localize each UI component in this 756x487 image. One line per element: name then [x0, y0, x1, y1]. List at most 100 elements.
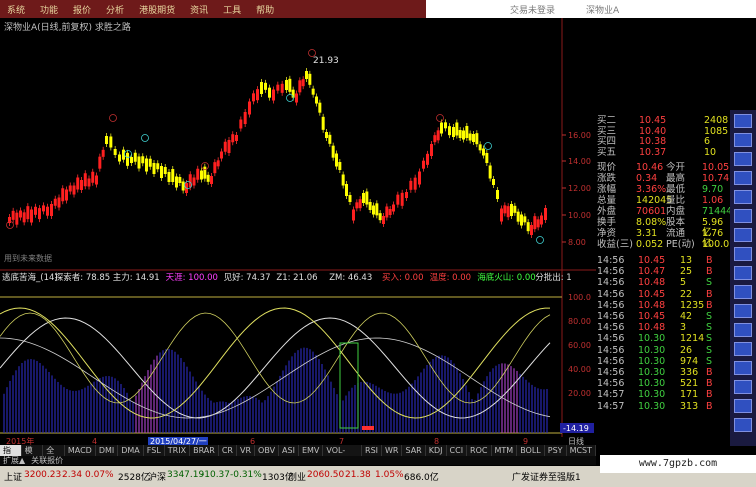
tab-obv[interactable]: OBV	[255, 445, 280, 456]
toolbar-icon[interactable]	[734, 380, 752, 394]
candle	[385, 206, 389, 218]
candle	[118, 154, 121, 162]
candle	[358, 199, 362, 209]
news-ticker[interactable]: 广发证券至强版1	[512, 470, 581, 483]
candle	[328, 134, 332, 144]
indicator-value: 见好: 74.37	[224, 272, 271, 283]
menu-hk-futures[interactable]: 港股期货	[139, 3, 175, 16]
tab-vr[interactable]: VR	[237, 445, 256, 456]
candle	[331, 145, 335, 158]
toolbar-icon[interactable]	[734, 342, 752, 356]
tab-指标[interactable]: 指标	[0, 445, 22, 466]
toolbar-icon[interactable]	[734, 304, 752, 318]
candle	[280, 83, 284, 93]
indicator-readout: 逃底苦海_(14)探索者: 78.85 主力: 14.91 天涯: 100.00 见好…	[2, 272, 572, 283]
menu-function[interactable]: 功能	[40, 3, 58, 16]
tab-asi[interactable]: ASI	[279, 445, 299, 456]
candle	[503, 205, 507, 214]
indicator-tick: 20.00	[568, 389, 591, 398]
candle	[80, 180, 83, 190]
menu-tools[interactable]: 工具	[223, 3, 241, 16]
candle	[448, 126, 451, 136]
tab-roc[interactable]: ROC	[467, 445, 492, 456]
toolbar-icon[interactable]	[734, 399, 752, 413]
toolbar-icon[interactable]	[734, 323, 752, 337]
candle	[372, 205, 375, 215]
tick-row: 14:56 10.30 974 S	[597, 355, 713, 367]
quote-panel: 买二 10.45 2408 买三 10.40 1085 买四 10.38 6 买五 10.37 10 现…	[596, 110, 732, 446]
candle	[178, 177, 182, 183]
tab-rsi[interactable]: RSI	[362, 445, 383, 456]
tab-dma[interactable]: DMA	[118, 445, 144, 456]
tab-模板[interactable]: 模板	[22, 445, 44, 466]
tab-sar[interactable]: SAR	[402, 445, 426, 456]
toolbar-icon[interactable]	[734, 209, 752, 223]
toolbar-icon[interactable]	[734, 152, 752, 166]
tab-mcst[interactable]: MCST	[567, 445, 597, 456]
candle	[42, 205, 45, 212]
tab-boll[interactable]: BOLL	[517, 445, 545, 456]
toolbar-icon[interactable]	[734, 247, 752, 261]
tab-cci[interactable]: CCI	[447, 445, 468, 456]
tab-全部[interactable]: 全部	[43, 445, 65, 466]
candle	[163, 167, 167, 174]
tab-brar[interactable]: BRAR	[190, 445, 219, 456]
indicator-value: 分批出: 1	[535, 272, 571, 283]
toolbar-icon[interactable]	[734, 171, 752, 185]
tab-cr[interactable]: CR	[219, 445, 237, 456]
candle	[239, 119, 243, 129]
menu-analysis[interactable]: 分析	[106, 3, 124, 16]
orderbook-row: 买二 10.45 2408	[597, 115, 729, 126]
tab-wr[interactable]: WR	[382, 445, 403, 456]
toolbar-icon[interactable]	[734, 361, 752, 375]
toolbar-icon[interactable]	[734, 285, 752, 299]
tab-dmi[interactable]: DMI	[96, 445, 119, 456]
tab-psy[interactable]: PSY	[545, 445, 567, 456]
tab-trix[interactable]: TRIX	[165, 445, 191, 456]
tick-row: 14:56 10.30 521 B	[597, 378, 713, 390]
candle	[171, 169, 175, 182]
candle	[231, 134, 235, 143]
menu-quote[interactable]: 报价	[73, 3, 91, 16]
related-quote-tab[interactable]: 关联报价	[28, 456, 66, 465]
tab-vol-tdx[interactable]: VOL-TDX	[323, 445, 363, 466]
price-tick: 12.00	[568, 184, 591, 193]
toolbar-icon[interactable]	[734, 133, 752, 147]
candle	[433, 135, 437, 143]
tab-mtm[interactable]: MTM	[492, 445, 518, 456]
candle	[378, 213, 382, 221]
candle	[91, 171, 95, 183]
tab-fsl[interactable]: FSL	[144, 445, 165, 456]
expand-tab[interactable]: 扩展▲	[0, 456, 28, 465]
menu-system[interactable]: 系统	[7, 3, 25, 16]
candle	[436, 130, 440, 141]
tab-emv[interactable]: EMV	[299, 445, 324, 456]
candle	[422, 160, 425, 169]
indicator-value: ZM: 46.43	[329, 273, 372, 283]
menu-info[interactable]: 资讯	[190, 3, 208, 16]
chart-area[interactable]: 16.00 14.00 12.00 10.00 8.00 100.0 80.00 60.00…	[0, 18, 596, 463]
candle	[530, 225, 533, 235]
tick-row: 14:57 10.30 171 B	[597, 389, 713, 401]
tab-macd[interactable]: MACD	[65, 445, 96, 456]
toolbar-icon[interactable]	[734, 114, 752, 128]
candle	[325, 132, 328, 138]
candle	[308, 73, 312, 85]
sh-percent: 0.07%	[85, 470, 114, 480]
menu-help[interactable]: 帮助	[256, 3, 274, 16]
candle	[130, 157, 133, 163]
toolbar-icon[interactable]	[734, 190, 752, 204]
toolbar-icon[interactable]	[734, 228, 752, 242]
toolbar-icon[interactable]	[734, 418, 752, 432]
candle	[318, 102, 322, 113]
tab-kdj[interactable]: KDJ	[426, 445, 447, 456]
candle	[482, 148, 485, 156]
candle	[276, 84, 280, 91]
candle	[113, 149, 117, 155]
menu-bar: 系统 功能 报价 分析 港股期货 资讯 工具 帮助	[0, 0, 426, 18]
toolbar-icon[interactable]	[734, 266, 752, 280]
indicator-value: Z1: 21.06	[276, 273, 317, 283]
candle	[488, 165, 492, 179]
candle	[206, 174, 210, 182]
login-status[interactable]: 交易未登录	[510, 3, 555, 16]
